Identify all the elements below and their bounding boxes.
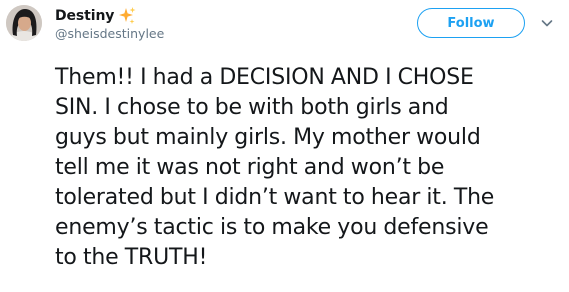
tweet-text-line: tell me it was not right and won’t be <box>55 155 445 180</box>
tweet-text: Them!! I had a DECISION AND I CHOSE SIN.… <box>55 63 555 273</box>
tweet-text-line: Them!! I had a DECISION AND I CHOSE <box>55 65 474 90</box>
sparkles-icon <box>117 6 137 26</box>
avatar[interactable] <box>6 5 42 41</box>
tweet-text-line: enemy’s tactic is to make you defensive <box>55 215 489 240</box>
tweet-text-line: SIN. I chose to be with both girls and <box>55 95 449 120</box>
chevron-down-icon[interactable] <box>539 15 555 31</box>
display-name[interactable]: Destiny <box>55 8 114 24</box>
tweet-text-line: tolerated but I didn’t want to hear it. … <box>55 185 495 210</box>
tweet-card: Destiny @sheisdestinylee Follow Them!! I… <box>0 0 569 292</box>
name-row: Destiny <box>55 4 137 28</box>
tweet-text-line: to the TRUTH! <box>55 245 208 270</box>
tweet-text-line: guys but mainly girls. My mother would <box>55 125 481 150</box>
follow-button[interactable]: Follow <box>417 8 525 38</box>
avatar-photo <box>6 5 42 41</box>
user-handle[interactable]: @sheisdestinylee <box>55 26 164 41</box>
